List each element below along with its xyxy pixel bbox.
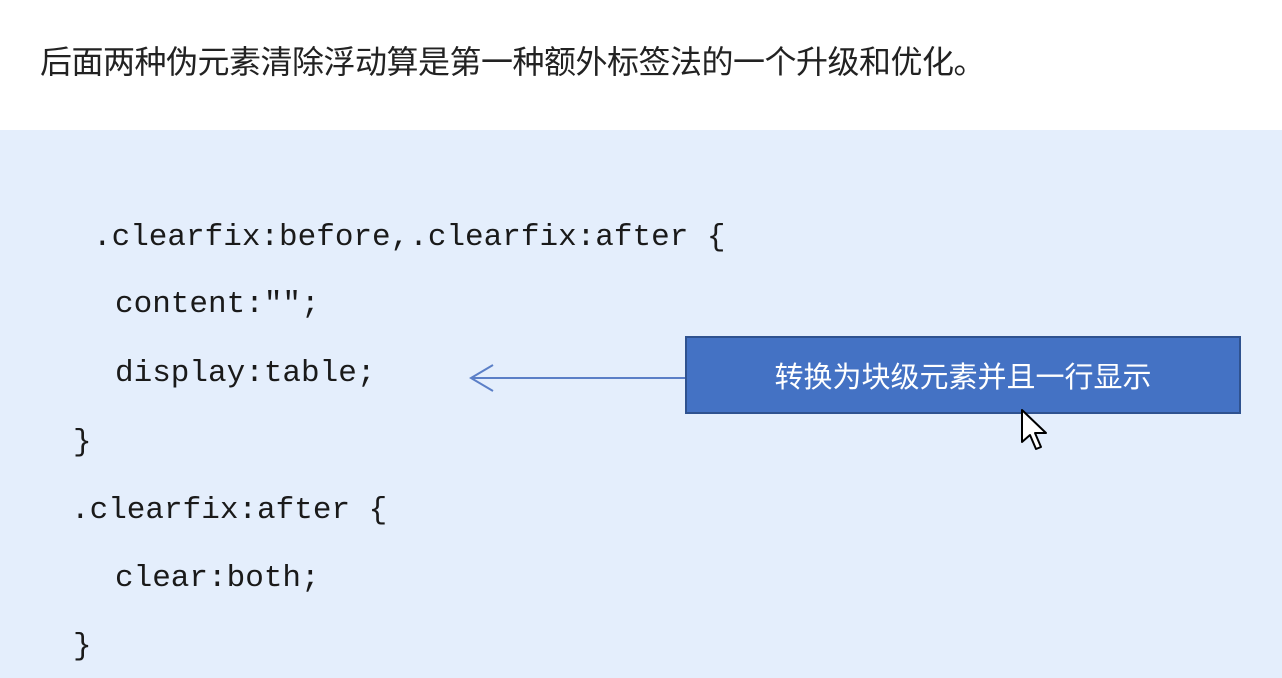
code-line-1: .clearfix:before,.clearfix:after { — [93, 220, 726, 255]
left-arrow-icon — [469, 364, 687, 392]
callout-box: 转换为块级元素并且一行显示 — [685, 336, 1241, 414]
code-line-3: display:table; — [115, 356, 376, 391]
callout-label: 转换为块级元素并且一行显示 — [774, 360, 1152, 394]
code-line-5: .clearfix:after { — [71, 493, 388, 528]
code-line-7: } — [73, 629, 92, 664]
code-line-6: clear:both; — [115, 561, 320, 596]
code-line-4: } — [73, 425, 92, 460]
intro-text: 后面两种伪元素清除浮动算是第一种额外标签法的一个升级和优化。 — [40, 43, 986, 81]
code-line-2: content:""; — [115, 287, 320, 322]
mouse-pointer-icon — [1021, 409, 1047, 450]
